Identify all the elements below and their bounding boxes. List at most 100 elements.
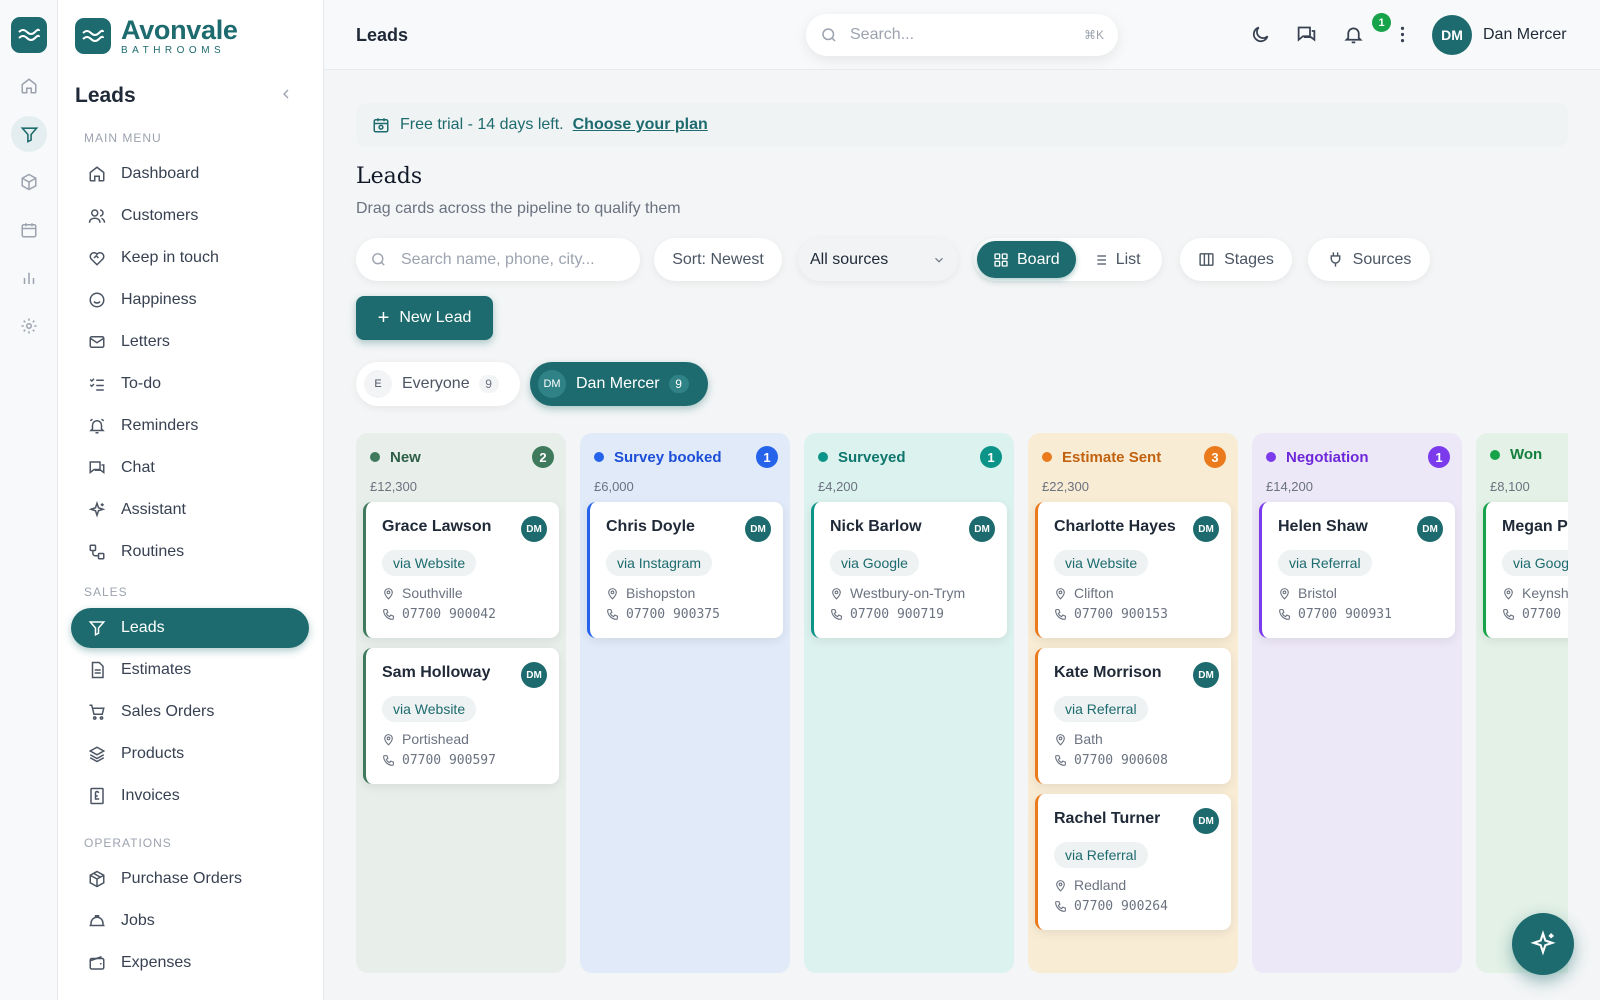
sidebar-item-customers[interactable]: Customers — [71, 196, 309, 236]
alarm-icon — [87, 416, 107, 436]
assistant-fab-button[interactable] — [1512, 913, 1574, 975]
lead-card[interactable]: Megan Pr via Goog Keynsh 07700 — [1483, 502, 1568, 638]
list-icon — [1093, 254, 1106, 265]
section-operations: OPERATIONS — [84, 836, 172, 850]
phone-icon — [1502, 608, 1522, 621]
user-menu[interactable]: DM Dan Mercer — [1432, 15, 1567, 55]
column-header[interactable]: Survey booked 1 — [594, 446, 778, 468]
bar-chart-icon[interactable] — [11, 260, 47, 296]
sidebar-item-estimates[interactable]: Estimates — [71, 650, 309, 690]
sidebar-item-invoices[interactable]: Invoices — [71, 776, 309, 816]
dark-mode-icon[interactable] — [1250, 24, 1271, 45]
stages-button[interactable]: Stages — [1180, 238, 1292, 281]
trial-text: Free trial - 14 days left. — [400, 116, 564, 133]
stage-dot — [594, 452, 604, 462]
pipeline-column-surveyed: Surveyed 1 £4,200 Nick Barlow DM via Google We… — [804, 433, 1014, 973]
sort-button[interactable]: Sort: Newest — [654, 238, 782, 281]
sidebar-item-letters[interactable]: Letters — [71, 322, 309, 362]
lead-card[interactable]: Chris Doyle DM via Instagram Bishopston 0770… — [587, 502, 783, 638]
new-lead-button[interactable]: + New Lead — [356, 296, 493, 340]
section-sales: SALES — [84, 585, 128, 599]
page-heading: Leads — [356, 164, 423, 189]
sidebar-item-leads[interactable]: Leads — [71, 608, 309, 648]
lead-card[interactable]: Kate Morrison DM via Referral Bath 07700 900… — [1035, 648, 1231, 784]
icon-rail — [0, 0, 58, 1000]
lead-source-badge: via Goog — [1502, 550, 1568, 576]
lead-search-input[interactable]: Search name, phone, city... — [356, 238, 640, 281]
hard-hat-icon — [87, 911, 107, 931]
sidebar-item-chat[interactable]: Chat — [71, 448, 309, 488]
sidebar-item-dashboard[interactable]: Dashboard — [71, 154, 309, 194]
notifications-bell-icon[interactable] — [1343, 24, 1364, 45]
lead-card[interactable]: Rachel Turner DM via Referral Redland 07700 … — [1035, 794, 1231, 930]
package-icon — [87, 869, 107, 889]
phone-icon — [1054, 900, 1074, 913]
sidebar-item-routines[interactable]: Routines — [71, 532, 309, 572]
column-header[interactable]: Negotiation 1 — [1266, 446, 1450, 468]
assignee-avatar: DM — [1417, 516, 1443, 542]
lead-source-badge: via Referral — [1278, 550, 1372, 576]
board-view-button[interactable]: Board — [977, 241, 1076, 278]
source-filter-select[interactable]: All sources — [798, 238, 958, 281]
pipeline-column-negotiation: Negotiation 1 £14,200 Helen Shaw DM via Refer… — [1252, 433, 1462, 973]
phone-icon — [830, 608, 850, 621]
lead-name: Grace Lawson — [382, 518, 492, 535]
map-pin-icon — [606, 587, 626, 600]
lead-location: Southville — [382, 585, 463, 601]
column-header[interactable]: Won — [1490, 446, 1568, 463]
stage-total: £12,300 — [370, 479, 417, 494]
lead-card[interactable]: Helen Shaw DM via Referral Bristol 07700 900… — [1259, 502, 1455, 638]
sidebar-title: Leads — [75, 84, 136, 107]
owner-avatar: DM — [538, 370, 566, 398]
sidebar-item-happiness[interactable]: Happiness — [71, 280, 309, 320]
more-vertical-icon[interactable] — [1392, 24, 1413, 45]
lead-phone: 07700 900264 — [1054, 899, 1168, 914]
search-icon — [372, 253, 385, 266]
sidebar-item-jobs[interactable]: Jobs — [71, 901, 309, 941]
sidebar-item-purchase-orders[interactable]: Purchase Orders — [71, 859, 309, 899]
stage-total: £14,200 — [1266, 479, 1313, 494]
home-icon[interactable] — [11, 68, 47, 104]
lead-card[interactable]: Nick Barlow DM via Google Westbury-on-Trym 0… — [811, 502, 1007, 638]
smile-icon — [87, 290, 107, 310]
lead-source-badge: via Referral — [1054, 842, 1148, 868]
brand[interactable]: Avonvale BATHROOMS — [75, 16, 238, 56]
grid-icon — [994, 252, 1008, 267]
list-view-button[interactable]: List — [1076, 241, 1157, 278]
messages-icon[interactable] — [1296, 24, 1317, 45]
sidebar-item-reminders[interactable]: Reminders — [71, 406, 309, 446]
sources-button[interactable]: Sources — [1308, 238, 1430, 281]
sidebar-item-products[interactable]: Products — [71, 734, 309, 774]
stage-count-badge: 2 — [532, 446, 554, 468]
global-search-input[interactable]: Search... ⌘K — [806, 14, 1118, 56]
sidebar-item-keep-in-touch[interactable]: Keep in touch — [71, 238, 309, 278]
lead-source-badge: via Website — [382, 550, 477, 576]
lead-location: Westbury-on-Trym — [830, 585, 965, 601]
funnel-icon[interactable] — [11, 116, 47, 152]
brand-name: Avonvale — [121, 15, 238, 45]
sidebar-item-assistant[interactable]: Assistant — [71, 490, 309, 530]
stage-total: £4,200 — [818, 479, 858, 494]
collapse-sidebar-icon[interactable] — [278, 86, 294, 102]
stage-name: Survey booked — [614, 448, 722, 466]
settings-icon[interactable] — [11, 308, 47, 344]
owner-filter-everyone[interactable]: E Everyone 9 — [356, 362, 520, 406]
topbar: Leads Search... ⌘K 1 DM Dan Mercer — [324, 0, 1600, 70]
calendar-icon[interactable] — [11, 212, 47, 248]
choose-plan-link[interactable]: Choose your plan — [573, 116, 708, 134]
owner-filter-dan-mercer[interactable]: DM Dan Mercer 9 — [530, 362, 708, 406]
sidebar-item-expenses[interactable]: Expenses — [71, 943, 309, 983]
box-icon[interactable] — [11, 164, 47, 200]
sidebar-item-to-do[interactable]: To-do — [71, 364, 309, 404]
lead-card[interactable]: Charlotte Hayes DM via Website Clifton 07700… — [1035, 502, 1231, 638]
app-logo-icon[interactable] — [11, 17, 47, 53]
column-header[interactable]: Estimate Sent 3 — [1042, 446, 1226, 468]
sidebar-item-sales-orders[interactable]: Sales Orders — [71, 692, 309, 732]
column-header[interactable]: Surveyed 1 — [818, 446, 1002, 468]
phone-icon — [1054, 754, 1074, 767]
column-header[interactable]: New 2 — [370, 446, 554, 468]
stage-total: £22,300 — [1042, 479, 1089, 494]
lead-card[interactable]: Grace Lawson DM via Website Southville 07700… — [363, 502, 559, 638]
lead-card[interactable]: Sam Holloway DM via Website Portishead 07700… — [363, 648, 559, 784]
checklist-icon — [87, 374, 107, 394]
